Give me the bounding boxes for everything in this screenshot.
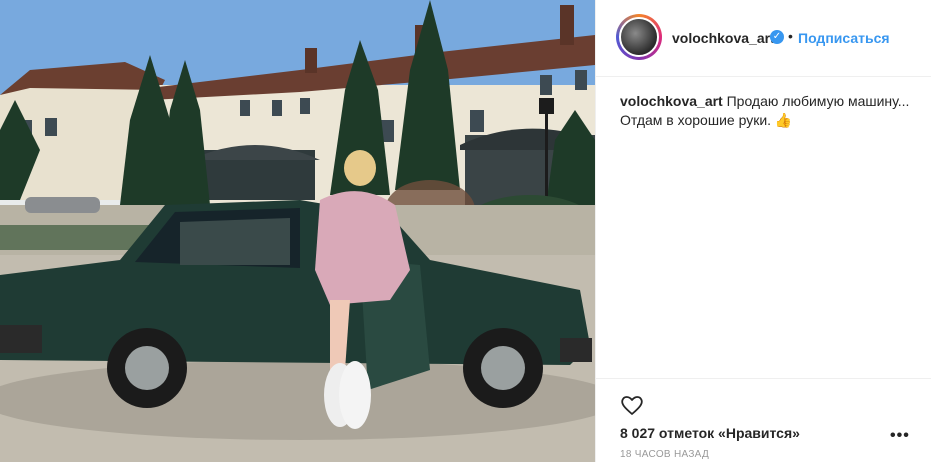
post-actions: 8 027 отметок «Нравится» ••• 18 ЧАСОВ НА… (596, 378, 931, 460)
caption-username[interactable]: volochkova_art (620, 93, 723, 109)
likes-count[interactable]: 8 027 отметок «Нравится» (620, 425, 800, 441)
caption-text-line1: Продаю любимую машину... (726, 93, 910, 109)
thumbs-up-emoji: 👍 (774, 112, 793, 128)
separator-dot: • (788, 28, 793, 44)
avatar-story-ring[interactable] (616, 14, 662, 60)
caption-text-line2: Отдам в хорошие руки. (620, 112, 772, 128)
post-photo[interactable] (0, 0, 595, 462)
avatar[interactable] (619, 17, 659, 57)
photo-illustration (0, 0, 595, 462)
post-caption: volochkova_art Продаю любимую машину... … (620, 92, 910, 130)
post-side-panel: volochkova_art ✓ • Подписаться volochkov… (595, 0, 931, 462)
follow-button[interactable]: Подписаться (798, 30, 890, 46)
post-header: volochkova_art ✓ • Подписаться (596, 0, 931, 77)
instagram-post: volochkova_art ✓ • Подписаться volochkov… (0, 0, 931, 462)
post-timestamp[interactable]: 18 ЧАСОВ НАЗАД (620, 449, 709, 460)
verified-badge-icon: ✓ (770, 30, 784, 44)
more-options-icon[interactable]: ••• (890, 427, 910, 445)
author-username[interactable]: volochkova_art (672, 30, 775, 46)
heart-icon[interactable] (620, 393, 644, 417)
